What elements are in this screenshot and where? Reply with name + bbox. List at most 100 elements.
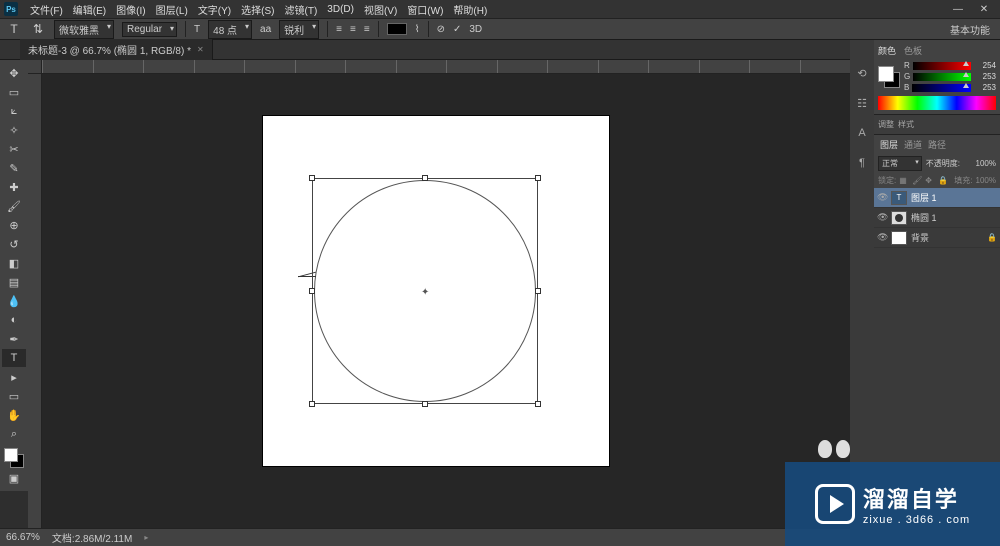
window-close[interactable]: ✕	[972, 2, 996, 16]
visibility-toggle-icon[interactable]: 👁	[877, 192, 887, 203]
fill-value[interactable]: 100%	[976, 176, 996, 185]
r-value[interactable]: 254	[974, 61, 996, 70]
menu-filter[interactable]: 滤镜(T)	[281, 2, 322, 17]
tab-paths[interactable]: 路径	[928, 138, 946, 151]
font-style-dropdown[interactable]: Regular	[122, 22, 177, 37]
tab-adjust[interactable]: 调整	[878, 119, 894, 130]
menu-image[interactable]: 图像(I)	[112, 2, 149, 17]
orientation-toggle[interactable]: ⇅	[30, 21, 46, 37]
menu-select[interactable]: 选择(S)	[237, 2, 278, 17]
g-slider[interactable]	[913, 73, 971, 81]
document-canvas[interactable]: ✦	[263, 116, 609, 466]
tab-color[interactable]: 颜色	[878, 44, 896, 57]
type-tool[interactable]: T	[2, 349, 26, 367]
layer-name[interactable]: 椭圆 1	[911, 211, 997, 224]
ruler-horizontal[interactable]	[42, 60, 850, 74]
tab-styles[interactable]: 样式	[898, 119, 914, 130]
font-family-dropdown[interactable]: 微软雅黑	[54, 20, 114, 39]
window-minimize[interactable]: —	[946, 2, 970, 16]
menu-3d[interactable]: 3D(D)	[323, 4, 358, 15]
status-flyout-icon[interactable]: ▸	[144, 533, 148, 542]
healing-tool[interactable]: ✚	[2, 178, 26, 196]
b-value[interactable]: 253	[974, 83, 996, 92]
handle-nw[interactable]	[309, 175, 315, 181]
visibility-toggle-icon[interactable]: 👁	[877, 232, 887, 243]
lasso-tool[interactable]: ⟀	[2, 102, 26, 120]
b-slider[interactable]	[912, 84, 971, 92]
handle-sw[interactable]	[309, 401, 315, 407]
character-panel-icon[interactable]: A	[853, 124, 871, 142]
magic-wand-tool[interactable]: ✧	[2, 121, 26, 139]
crop-tool[interactable]: ✂	[2, 140, 26, 158]
doc-info[interactable]: 文档:2.86M/2.11M	[52, 530, 132, 545]
blur-tool[interactable]: 💧	[2, 292, 26, 310]
marquee-tool[interactable]: ▭	[2, 83, 26, 101]
handle-ne[interactable]	[535, 175, 541, 181]
layer-row[interactable]: 👁 T 图层 1	[874, 188, 1000, 208]
eyedropper-tool[interactable]: ✎	[2, 159, 26, 177]
history-panel-icon[interactable]: ⟲	[853, 64, 871, 82]
menu-view[interactable]: 视图(V)	[360, 2, 401, 17]
g-value[interactable]: 253	[974, 72, 996, 81]
text-color-swatch[interactable]	[387, 23, 407, 35]
layer-name[interactable]: 图层 1	[911, 191, 997, 204]
layer-thumb-bg[interactable]	[891, 231, 907, 245]
paragraph-panel-icon[interactable]: ¶	[853, 154, 871, 172]
visibility-toggle-icon[interactable]: 👁	[877, 212, 887, 223]
lock-all-icon[interactable]: 🔒	[938, 176, 948, 185]
move-tool[interactable]: ✥	[2, 64, 26, 82]
align-left-icon[interactable]: ≡	[336, 24, 342, 35]
panel-fg-swatch[interactable]	[878, 66, 894, 82]
shape-tool[interactable]: ▭	[2, 387, 26, 405]
color-spectrum[interactable]	[878, 96, 996, 110]
tab-swatch[interactable]: 色板	[904, 44, 922, 57]
hand-tool[interactable]: ✋	[2, 406, 26, 424]
path-select-tool[interactable]: ▸	[2, 368, 26, 386]
transform-bbox[interactable]: ✦	[312, 178, 538, 404]
menu-type[interactable]: 文字(Y)	[194, 2, 235, 17]
menu-window[interactable]: 窗口(W)	[403, 2, 447, 17]
menu-help[interactable]: 帮助(H)	[449, 2, 491, 17]
color-swatches[interactable]	[4, 448, 24, 468]
lock-pixels-icon[interactable]: 🖌	[912, 176, 922, 185]
brush-tool[interactable]: 🖌	[2, 197, 26, 215]
foreground-swatch[interactable]	[4, 448, 18, 462]
layer-row[interactable]: 👁 背景 🔒	[874, 228, 1000, 248]
handle-e[interactable]	[535, 288, 541, 294]
menu-layer[interactable]: 图层(L)	[152, 2, 192, 17]
ruler-origin[interactable]	[28, 60, 42, 74]
warp-text-icon[interactable]: ⌇	[415, 24, 420, 35]
commit-icon[interactable]: ✓	[453, 24, 461, 35]
cancel-icon[interactable]: ⊘	[437, 24, 445, 35]
handle-n[interactable]	[422, 175, 428, 181]
tab-layers[interactable]: 图层	[880, 138, 898, 151]
opacity-value[interactable]: 100%	[964, 159, 996, 168]
align-right-icon[interactable]: ≡	[364, 24, 370, 35]
quickmask-toggle[interactable]: ▣	[2, 469, 26, 487]
tab-close-icon[interactable]: ✕	[197, 45, 204, 54]
panel-color-swatches[interactable]	[878, 66, 900, 88]
threed-button[interactable]: 3D	[469, 24, 482, 35]
font-size-dropdown[interactable]: 48 点	[208, 20, 252, 39]
zoom-tool[interactable]: ⌕	[2, 425, 26, 443]
layer-thumb-text[interactable]: T	[891, 191, 907, 205]
handle-se[interactable]	[535, 401, 541, 407]
ruler-vertical[interactable]	[28, 74, 42, 528]
align-center-icon[interactable]: ≡	[350, 24, 356, 35]
workspace-switcher[interactable]: 基本功能	[946, 22, 994, 37]
document-tab[interactable]: 未标题-3 @ 66.7% (椭圆 1, RGB/8) * ✕	[20, 39, 213, 60]
menu-edit[interactable]: 编辑(E)	[69, 2, 110, 17]
stamp-tool[interactable]: ⊕	[2, 216, 26, 234]
zoom-readout[interactable]: 66.67%	[6, 532, 40, 543]
history-brush-tool[interactable]: ↺	[2, 235, 26, 253]
aa-dropdown[interactable]: 锐利	[279, 20, 319, 39]
blend-mode-dropdown[interactable]: 正常	[878, 156, 922, 171]
handle-s[interactable]	[422, 401, 428, 407]
handle-w[interactable]	[309, 288, 315, 294]
r-slider[interactable]	[913, 62, 971, 70]
layer-thumb-ellipse[interactable]	[891, 211, 907, 225]
eraser-tool[interactable]: ◧	[2, 254, 26, 272]
layer-name[interactable]: 背景	[911, 231, 983, 244]
pen-tool[interactable]: ✒	[2, 330, 26, 348]
dodge-tool[interactable]: ◐	[2, 311, 26, 329]
